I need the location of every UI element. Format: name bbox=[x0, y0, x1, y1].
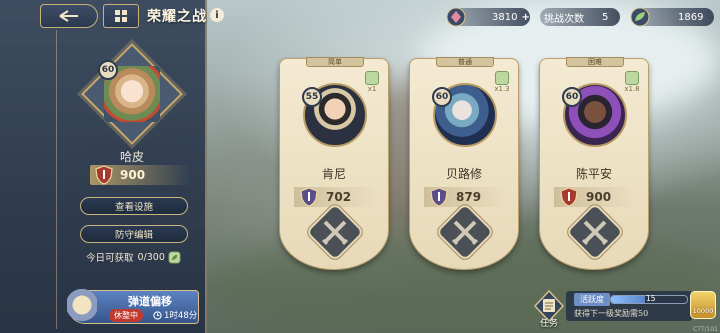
daily-reward-value: 0/300 bbox=[137, 251, 165, 263]
activity-progress-fill bbox=[611, 296, 646, 303]
difficulty-tab: 简单 bbox=[306, 57, 364, 67]
view-facilities-button[interactable]: 查看设施 bbox=[80, 197, 188, 215]
leaves-resource: 1869 bbox=[630, 7, 714, 27]
power-shield-icon bbox=[95, 165, 113, 185]
difficulty-tab: 普通 bbox=[436, 57, 494, 67]
info-icon[interactable]: i bbox=[210, 8, 224, 22]
opponent-power-value: 879 bbox=[456, 190, 482, 204]
challenges-label: 挑战次数 bbox=[544, 13, 584, 25]
opponent-level-badge: 60 bbox=[432, 87, 452, 107]
difficulty-tab: 困难 bbox=[566, 57, 624, 67]
opponent-power-value: 702 bbox=[326, 190, 352, 204]
gem-icon bbox=[446, 7, 466, 27]
opponent-name: 贝路修 bbox=[445, 167, 482, 181]
event-emblem-icon bbox=[67, 287, 97, 327]
player-power: 900 bbox=[90, 165, 190, 185]
page-title: 荣耀之战 bbox=[147, 9, 207, 25]
player-name: 哈皮 bbox=[119, 150, 144, 164]
opponent-power: 900 bbox=[554, 187, 636, 207]
task-label: 任务 bbox=[539, 319, 558, 329]
back-arrow-icon bbox=[59, 10, 78, 22]
clock-icon bbox=[153, 310, 162, 320]
activity-hint: 获得下一级奖励需50 bbox=[574, 309, 649, 318]
opponent-name: 陈平安 bbox=[575, 167, 612, 181]
crossed-swords-icon bbox=[321, 220, 349, 246]
battle-button[interactable] bbox=[568, 205, 622, 259]
leaf-icon bbox=[365, 71, 379, 85]
leaf-icon bbox=[168, 250, 181, 264]
activity-value: 15 bbox=[646, 294, 656, 303]
corner-text: CTT/101 bbox=[693, 326, 718, 333]
opponent-power-value: 900 bbox=[586, 190, 612, 204]
event-status-badge: 休整中 bbox=[109, 309, 143, 322]
power-shield-icon bbox=[300, 187, 318, 207]
grid-menu-icon bbox=[115, 10, 127, 22]
menu-button[interactable] bbox=[103, 4, 139, 28]
activity-panel: 活跃度 15 获得下一级奖励需50 bbox=[566, 291, 692, 321]
event-time-value: 1时48分 bbox=[164, 311, 198, 321]
event-title: 弹道偏移 bbox=[128, 295, 172, 308]
player-power-value: 900 bbox=[120, 168, 146, 182]
opponent-power: 702 bbox=[294, 187, 376, 207]
gems-resource: 3810 + bbox=[446, 7, 530, 27]
multiplier-value: x1.3 bbox=[494, 85, 510, 93]
opponent-power: 879 bbox=[424, 187, 506, 207]
daily-reward-label: 今日可获取 bbox=[86, 253, 134, 264]
opponent-name: 肯尼 bbox=[321, 167, 346, 181]
defense-edit-button[interactable]: 防守编辑 bbox=[80, 225, 188, 243]
back-button[interactable] bbox=[40, 4, 98, 28]
opponent-level-badge: 60 bbox=[562, 87, 582, 107]
opponent-card-hard[interactable]: 困难 x1.8 60 陈平安 900 bbox=[539, 57, 649, 270]
chest-value: 10000 bbox=[692, 307, 714, 315]
daily-reward-row: 今日可获取 0/300 bbox=[86, 250, 201, 264]
leaf-icon bbox=[495, 71, 509, 85]
player-level-badge: 60 bbox=[98, 60, 118, 80]
challenges-resource: 挑战次数 5 bbox=[540, 8, 620, 26]
multiplier-value: x1.8 bbox=[624, 85, 640, 93]
opponent-level-badge: 55 bbox=[302, 87, 322, 107]
power-shield-icon bbox=[560, 187, 578, 207]
reward-multiplier: x1.8 bbox=[622, 71, 642, 93]
activity-label: 活跃度 bbox=[574, 293, 610, 306]
battle-button[interactable] bbox=[438, 205, 492, 259]
event-timer: 1时48分 bbox=[153, 309, 197, 321]
crossed-swords-icon bbox=[451, 220, 479, 246]
leaf-currency-icon bbox=[630, 7, 650, 27]
challenges-value: 5 bbox=[602, 11, 609, 23]
add-gems-button[interactable]: + bbox=[521, 12, 529, 23]
opponent-card-normal[interactable]: 普通 x1.3 60 贝路修 879 bbox=[409, 57, 519, 270]
reward-multiplier: x1.3 bbox=[492, 71, 512, 93]
power-shield-icon bbox=[430, 187, 448, 207]
leaf-icon bbox=[625, 71, 639, 85]
opponent-card-easy[interactable]: 简单 x1 55 肯尼 702 bbox=[279, 57, 389, 270]
reward-multiplier: x1 bbox=[362, 71, 382, 93]
battle-button[interactable] bbox=[308, 205, 362, 259]
event-card[interactable]: 弹道偏移 休整中 1时48分 bbox=[67, 287, 199, 327]
leaves-value: 1869 bbox=[678, 11, 704, 23]
gems-value: 3810 bbox=[492, 11, 518, 23]
crossed-swords-icon bbox=[581, 220, 609, 246]
multiplier-value: x1 bbox=[367, 85, 377, 93]
